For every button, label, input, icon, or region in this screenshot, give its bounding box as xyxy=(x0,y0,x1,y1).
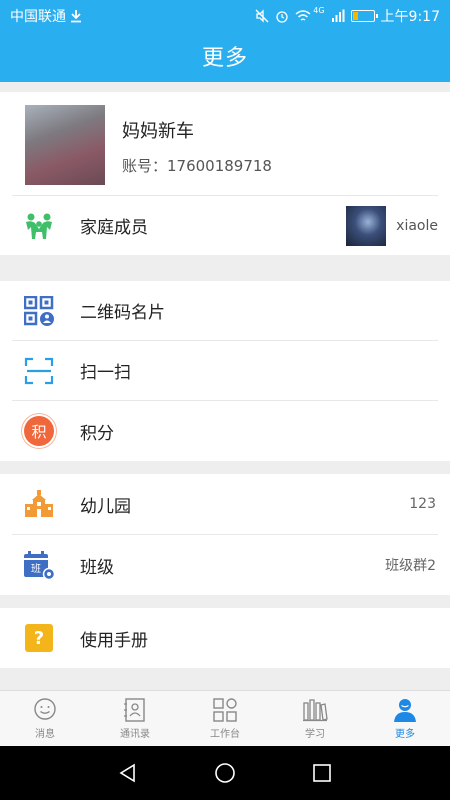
tab-workbench[interactable]: 工作台 xyxy=(180,691,270,746)
menu-group-1: 二维码名片 扫一扫 积 积分 xyxy=(0,281,450,461)
signal-icon xyxy=(331,9,345,22)
more-icon xyxy=(394,699,416,722)
message-icon xyxy=(34,698,56,720)
home-icon[interactable] xyxy=(214,762,236,784)
carrier: 中国联通 xyxy=(10,6,82,26)
tab-study[interactable]: 学习 xyxy=(270,691,360,746)
help-icon: ? xyxy=(22,621,56,655)
tab-more[interactable]: 更多 xyxy=(360,691,450,746)
menu-item-qr-card[interactable]: 二维码名片 xyxy=(12,281,438,341)
tab-label: 消息 xyxy=(35,729,55,740)
points-icon: 积 xyxy=(22,414,56,448)
recents-icon[interactable] xyxy=(311,762,333,784)
svg-text:班: 班 xyxy=(31,563,41,575)
wifi-icon xyxy=(295,10,311,21)
tab-label: 通讯录 xyxy=(120,729,150,740)
tab-bar: 消息 通讯录 工作台 学习 更多 xyxy=(0,690,450,746)
menu-item-value: 班级群2 xyxy=(385,558,436,574)
tab-label: 更多 xyxy=(395,729,415,740)
system-nav-bar xyxy=(0,746,450,800)
profile-account: 账号：17600189718 xyxy=(122,157,272,175)
family-icon xyxy=(22,209,56,243)
workbench-icon xyxy=(213,698,237,722)
study-icon xyxy=(303,699,328,722)
page-header: 更多 xyxy=(0,30,450,82)
status-icons: 4G 上午9:17 xyxy=(255,6,440,26)
menu-item-class[interactable]: 班 班级 班级群2 xyxy=(12,535,438,595)
member-name: xiaole xyxy=(396,217,438,234)
family-members-row[interactable]: 家庭成员 xiaole xyxy=(12,196,438,255)
battery-icon xyxy=(350,10,378,22)
back-icon[interactable] xyxy=(117,762,139,784)
status-bar: 中国联通 4G 上午9:17 xyxy=(0,0,450,30)
menu-item-points[interactable]: 积 积分 xyxy=(12,401,438,461)
contacts-icon xyxy=(124,698,145,722)
alarm-icon xyxy=(276,11,288,23)
menu-item-scan[interactable]: 扫一扫 xyxy=(12,341,438,401)
menu-item-manual[interactable]: ? 使用手册 xyxy=(12,608,438,668)
family-members-label: 家庭成员 xyxy=(80,218,148,238)
network-type: 4G xyxy=(313,6,325,15)
download-icon xyxy=(71,10,81,23)
class-calendar-icon: 班 xyxy=(22,548,56,582)
qr-card-icon xyxy=(22,294,56,328)
page-title: 更多 xyxy=(201,46,248,71)
menu-item-value: 123 xyxy=(409,496,436,512)
avatar[interactable] xyxy=(25,105,105,185)
tab-contacts[interactable]: 通讯录 xyxy=(90,691,180,746)
member-avatar xyxy=(346,205,387,246)
menu-item-label: 班级 xyxy=(80,557,114,578)
menu-item-label: 扫一扫 xyxy=(80,363,131,383)
school-icon xyxy=(22,487,56,521)
menu-item-label: 使用手册 xyxy=(80,630,148,651)
profile-name: 妈妈新车 xyxy=(122,121,194,142)
menu-group-3: ? 使用手册 xyxy=(0,608,450,668)
mute-icon xyxy=(255,9,269,23)
tab-messages[interactable]: 消息 xyxy=(0,691,90,746)
status-time: 上午9:17 xyxy=(380,9,440,25)
menu-item-kindergarten[interactable]: 幼儿园 123 xyxy=(12,474,438,535)
menu-item-label: 积分 xyxy=(80,423,114,444)
carrier-name: 中国联通 xyxy=(10,9,66,25)
tab-label: 学习 xyxy=(305,729,325,740)
menu-item-label: 幼儿园 xyxy=(80,496,131,517)
menu-item-label: 二维码名片 xyxy=(80,303,165,323)
tab-label: 工作台 xyxy=(210,729,240,740)
menu-group-2: 幼儿园 123 班 班级 班级群2 xyxy=(0,474,450,595)
scan-icon xyxy=(22,354,56,388)
